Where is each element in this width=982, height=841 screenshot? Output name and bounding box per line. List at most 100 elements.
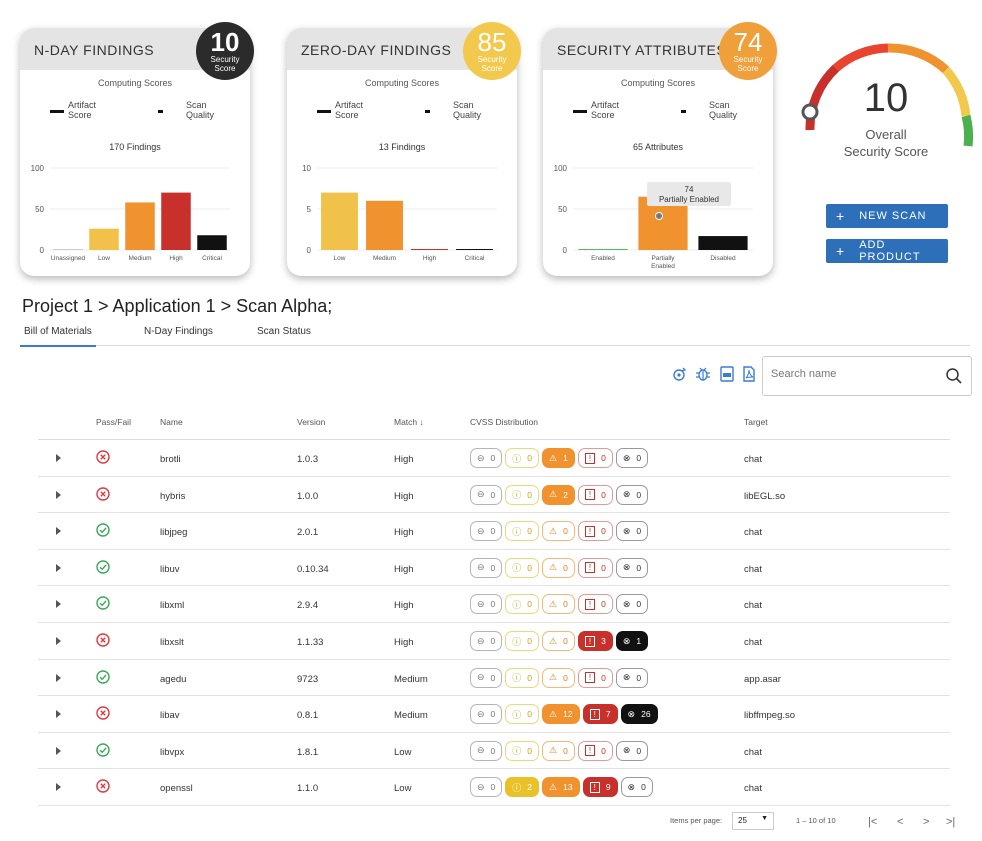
cvss-low-badge: ⓘ 0 [505, 557, 540, 578]
search-input[interactable] [771, 368, 931, 380]
score-value: 85 [477, 27, 507, 57]
cvss-medium-badge: ⚠ 12 [542, 704, 580, 725]
component-version: 2.0.1 [297, 527, 319, 539]
cvss-high-count: 0 [601, 562, 606, 573]
cvss-distribution: ⊖ 0 ⓘ 0 ⚠ 0! 0 ⊗ 0 [470, 557, 649, 578]
csv-file-icon[interactable] [719, 366, 735, 382]
tab-nday-findings[interactable]: N-Day Findings [144, 326, 213, 337]
cvss-critical-icon: ⊗ [622, 525, 631, 536]
expand-row-icon[interactable] [56, 637, 61, 645]
bar-high [161, 192, 191, 250]
cvss-none-icon: ⊖ [477, 525, 485, 536]
expand-row-icon[interactable] [56, 454, 61, 462]
table-row[interactable]: openssl 1.1.0 Low chat ⊖ 0 ⓘ 2 ⚠ 13! 9 ⊗ 0 [38, 769, 950, 806]
target-file: chat [744, 454, 762, 465]
x-tick-label: Critical [202, 255, 222, 262]
cvss-none-count: 0 [490, 782, 496, 793]
y-tick-label: 0 [307, 246, 312, 255]
col-version[interactable]: Version [297, 417, 325, 427]
chevron-down-icon: ▼ [761, 815, 768, 822]
col-target[interactable]: Target [744, 417, 768, 427]
col-name[interactable]: Name [160, 417, 183, 427]
add-product-label: ADD PRODUCT [859, 239, 921, 263]
cvss-low-icon: ⓘ [512, 453, 522, 464]
fail-x-icon [96, 450, 110, 464]
fail-x-icon [96, 706, 110, 720]
cvss-high-count: 0 [601, 672, 606, 683]
search-icon[interactable] [945, 367, 963, 385]
table-row[interactable]: agedu 9723 Medium app.asar ⊖ 0 ⓘ 0 ⚠ 0! 0 ⊗ 0 [38, 660, 950, 697]
table-row[interactable]: brotli 1.0.3 High chat ⊖ 0 ⓘ 0 ⚠ 1! 0 ⊗ 0 [38, 440, 950, 477]
expand-row-icon[interactable] [56, 673, 61, 682]
cvss-distribution: ⊖ 0 ⓘ 0 ⚠ 0! 3 ⊗ 1 [470, 631, 649, 651]
cvss-high-badge: ! 0 [577, 557, 613, 578]
tab-scan-status[interactable]: Scan Status [257, 326, 311, 337]
chart-title: 65 Attributes [633, 142, 684, 152]
security-score-badge: 10 Security Score [196, 22, 254, 80]
match-level: Medium [394, 710, 428, 722]
cvss-critical-count: 0 [636, 745, 642, 756]
y-tick-label: 5 [307, 205, 312, 214]
items-per-page-select[interactable]: 25 ▼ [732, 812, 774, 830]
table-row[interactable]: libxslt 1.1.33 High chat ⊖ 0 ⓘ 0 ⚠ 0! 3 ⊗ 1 [38, 623, 950, 660]
first-page-icon[interactable]: |< [868, 816, 877, 828]
component-name: libxml [160, 600, 185, 612]
next-page-icon[interactable]: > [923, 816, 929, 828]
component-name: openssl [160, 783, 193, 795]
cvss-high-badge: ! 0 [577, 594, 613, 615]
pdf-file-icon[interactable] [741, 366, 757, 382]
cvss-none-count: 0 [490, 745, 496, 756]
new-scan-button[interactable]: + NEW SCAN [826, 204, 948, 228]
cvss-none-badge: ⊖ 0 [470, 704, 503, 725]
computing-scores-label: Computing Scores [97, 78, 173, 88]
col-cvss[interactable]: CVSS Distribution [470, 417, 538, 427]
table-row[interactable]: libvpx 1.8.1 Low chat ⊖ 0 ⓘ 0 ⚠ 0! 0 ⊗ 0 [38, 733, 950, 770]
cvss-low-icon: ⓘ [512, 782, 522, 793]
table-row[interactable]: libjpeg 2.0.1 High chat ⊖ 0 ⓘ 0 ⚠ 0! 0 ⊗ 0 [38, 513, 950, 550]
cvss-none-count: 0 [490, 453, 496, 463]
security-score-badge: 85 Security Score [463, 22, 521, 80]
target-file: chat [744, 600, 762, 612]
cvss-distribution: ⊖ 0 ⓘ 2 ⚠ 13! 9 ⊗ 0 [470, 777, 653, 798]
expand-row-icon[interactable] [56, 490, 61, 499]
cvss-low-icon: ⓘ [512, 746, 522, 757]
component-name: brotli [160, 454, 181, 465]
col-match[interactable]: Match ↓ [394, 417, 424, 427]
tab-bill-of-materials[interactable]: Bill of Materials [20, 326, 96, 347]
table-row[interactable]: libav 0.8.1 Medium libffmpeg.so ⊖ 0 ⓘ 0 ⚠ 12! 7 ⊗ 26 [38, 696, 950, 733]
cvss-low-count: 0 [527, 526, 533, 537]
expand-row-icon[interactable] [56, 527, 61, 536]
last-page-icon[interactable]: >| [946, 816, 955, 828]
bug-icon[interactable] [695, 366, 711, 382]
col-pass-fail[interactable]: Pass/Fail [96, 417, 131, 427]
refresh-icon[interactable] [671, 366, 687, 382]
component-version: 0.8.1 [297, 710, 319, 722]
cvss-critical-icon: ⊗ [627, 708, 636, 719]
add-product-button[interactable]: + ADD PRODUCT [826, 239, 948, 263]
expand-row-icon[interactable] [56, 783, 61, 792]
expand-row-icon[interactable] [56, 600, 61, 609]
cvss-none-icon: ⊖ [477, 562, 485, 573]
expand-row-icon[interactable] [56, 746, 61, 755]
y-tick-label: 100 [31, 164, 45, 173]
expand-row-icon[interactable] [56, 563, 61, 572]
table-row[interactable]: libuv 0.10.34 High chat ⊖ 0 ⓘ 0 ⚠ 0! 0 ⊗ 0 [38, 550, 950, 587]
bar-low [89, 228, 119, 250]
bar-critical [456, 249, 493, 250]
cvss-low-badge: ⓘ 0 [505, 448, 540, 468]
table-row[interactable]: libxml 2.9.4 High chat ⊖ 0 ⓘ 0 ⚠ 0! 0 ⊗ 0 [38, 586, 950, 623]
table-row[interactable]: hybris 1.0.0 High libEGL.so ⊖ 0 ⓘ 0 ⚠ 2! 0 ⊗ 0 [38, 477, 950, 514]
component-name: libjpeg [160, 527, 188, 539]
bar-low [321, 192, 358, 250]
cvss-high-count: 0 [601, 526, 606, 537]
cvss-distribution: ⊖ 0 ⓘ 0 ⚠ 12! 7 ⊗ 26 [470, 704, 658, 725]
cvss-low-icon: ⓘ [512, 636, 522, 647]
cvss-low-icon: ⓘ [512, 563, 522, 574]
expand-row-icon[interactable] [56, 710, 61, 719]
tab-bar: Bill of Materials N-Day Findings Scan St… [20, 322, 970, 347]
cvss-medium-badge: ⚠ 13 [542, 777, 580, 798]
cvss-distribution: ⊖ 0 ⓘ 0 ⚠ 0! 0 ⊗ 0 [470, 521, 649, 542]
previous-page-icon[interactable]: < [897, 816, 903, 828]
cvss-medium-badge: ⚠ 0 [542, 557, 575, 578]
target-file: app.asar [744, 673, 781, 685]
